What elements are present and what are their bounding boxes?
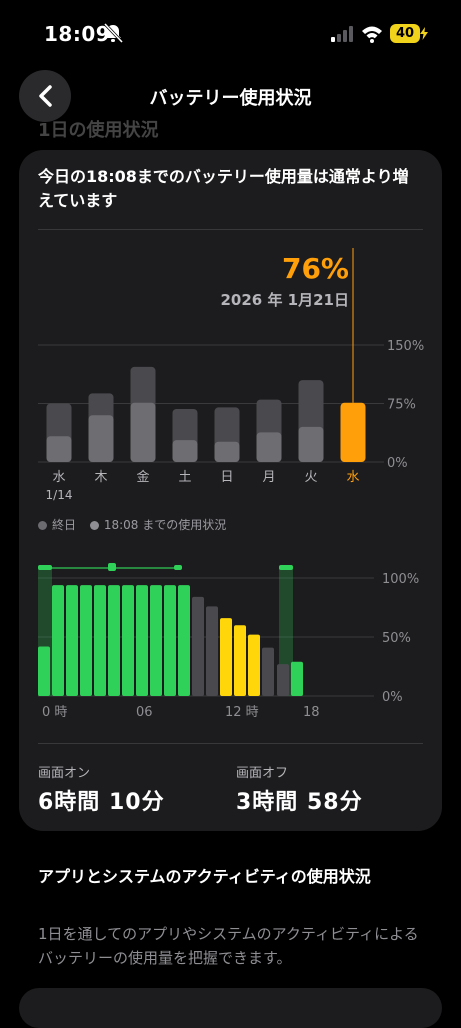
- battery-usage-card: 今日の18:08までのバッテリー使用量は通常より増えています 150% 75% 0%…: [19, 150, 442, 831]
- hour-bar: [164, 585, 176, 696]
- hour-bar: [80, 585, 92, 696]
- hour-bar: [192, 596, 204, 696]
- bar-until-now: [214, 441, 240, 462]
- status-bar: 18:09 40: [0, 0, 461, 64]
- wifi-icon: [362, 26, 382, 43]
- screen-off-label: 画面オフ: [236, 766, 289, 781]
- hour-bar: [248, 634, 260, 696]
- activity-section-title: アプリとシステムのアクティビティの使用状況: [38, 867, 371, 886]
- legend-label-full-day: 終日: [52, 518, 77, 532]
- charging-marker: [108, 563, 116, 571]
- y-tick-label: 150%: [387, 339, 424, 354]
- y-tick-label: 0%: [382, 690, 403, 705]
- page-title: バッテリー使用状況: [149, 88, 312, 109]
- bar-until-now: [88, 415, 114, 462]
- x-tick-label: 0 時: [42, 705, 67, 720]
- charging-marker: [279, 565, 293, 570]
- hour-bar: [234, 625, 246, 696]
- divider: [38, 743, 423, 744]
- y-tick-label: 75%: [387, 398, 416, 413]
- charging-bolt-icon: [420, 27, 428, 40]
- hour-bar: [291, 661, 303, 696]
- screen-on-value: 6時間 10分: [38, 790, 165, 815]
- y-tick-label: 100%: [382, 572, 419, 587]
- activity-card: [19, 988, 442, 1028]
- bar-today: [340, 402, 366, 462]
- section-heading-ghost: 1日の使用状況: [38, 120, 159, 141]
- bar-until-now: [172, 440, 198, 462]
- hour-bar: [38, 646, 50, 696]
- hour-bar: [94, 585, 106, 696]
- x-tick-label: 水: [52, 470, 65, 485]
- hour-bar: [262, 647, 274, 696]
- battery-level: 40: [390, 24, 420, 43]
- charging-marker: [174, 565, 182, 570]
- hour-bar: [52, 585, 64, 696]
- hour-bar: [66, 585, 78, 696]
- x-tick-label: 月: [262, 470, 275, 485]
- x-tick-label: 水: [346, 470, 359, 485]
- daily-usage-chart: 150% 75% 0% 水 1/14 木 金 土 日 月 火 水 76% 2026 年 1月21日 100%…: [38, 248, 424, 720]
- x-tick-label: 日: [220, 470, 233, 485]
- callout-date: 2026 年 1月21日: [220, 291, 349, 309]
- hour-bar: [178, 585, 190, 696]
- callout-value: 76%: [282, 252, 349, 285]
- legend-item-full-day: 終日: [38, 518, 76, 532]
- x-tick-sublabel: 1/14: [46, 488, 73, 502]
- y-tick-label: 0%: [387, 456, 408, 471]
- bell-slash-icon: [103, 23, 124, 43]
- chart-legend: 終日 18:08 までの使用状況: [38, 516, 236, 533]
- x-tick-label: 06: [136, 705, 153, 720]
- legend-item-until-now: 18:08 までの使用状況: [89, 518, 227, 532]
- charging-marker: [38, 565, 52, 570]
- cellular-signal-icon: [331, 26, 353, 42]
- bar-until-now: [298, 426, 324, 462]
- x-tick-label: 火: [304, 470, 317, 485]
- x-tick-label: 土: [178, 470, 191, 485]
- x-tick-label: 木: [94, 470, 107, 485]
- x-tick-label: 12 時: [225, 705, 259, 720]
- hour-bar: [122, 585, 134, 696]
- screen-off-value: 3時間 58分: [236, 790, 363, 815]
- x-tick-label: 金: [136, 469, 149, 485]
- screen-on-label: 画面オン: [38, 766, 91, 781]
- bar-until-now: [46, 436, 72, 462]
- hour-bar: [108, 585, 120, 696]
- hour-bar: [136, 585, 148, 696]
- hour-bar: [277, 664, 289, 696]
- hour-bar: [220, 618, 232, 696]
- x-tick-label: 18: [303, 705, 320, 720]
- hour-bar: [150, 585, 162, 696]
- legend-label-until-now: 18:08 までの使用状況: [103, 518, 227, 532]
- y-tick-label: 50%: [382, 631, 411, 646]
- bar-until-now: [130, 402, 156, 462]
- activity-section-description: 1日を通してのアプリやシステムのアクティビティによるバッテリーの使用量を把握でき…: [38, 925, 419, 967]
- bar-until-now: [256, 432, 282, 462]
- status-time: 18:09: [44, 22, 111, 46]
- hour-bar: [206, 606, 218, 696]
